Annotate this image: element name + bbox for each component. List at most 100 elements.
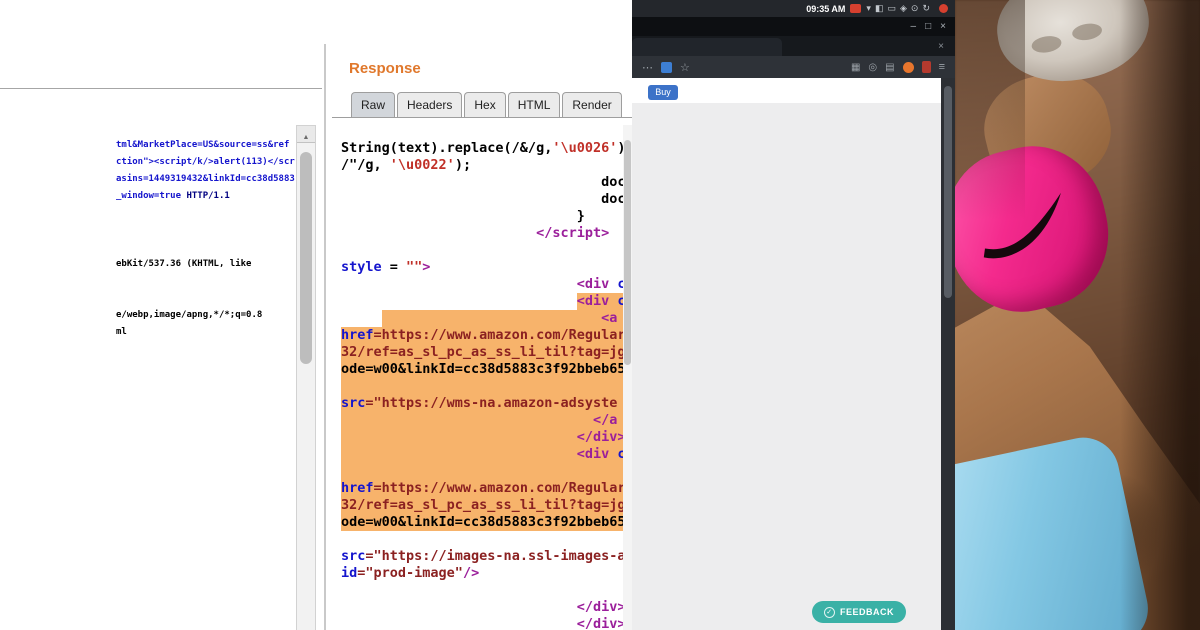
code-line: } [576, 208, 585, 224]
code-line: </div> [341, 429, 632, 446]
photo-knuckle [1071, 21, 1104, 43]
code-line: <div cl [341, 293, 634, 310]
code-line: ction"><script/k/>alert(113)</scr [116, 157, 295, 167]
clock: 09:35 AM [806, 3, 846, 14]
screenshot-icon[interactable]: ◎ [868, 62, 877, 73]
tennis-player-photo [955, 0, 1200, 630]
response-tabs: Raw Headers Hex HTML Render [351, 92, 624, 118]
code-line: _window=true HTTP/1.1 [116, 191, 230, 201]
code-line: </a [341, 412, 632, 429]
arrow-up-icon: ▲ [302, 134, 310, 141]
page-content: Buy ✓ FEEDBACK [632, 78, 941, 630]
code-line: </div> [576, 616, 626, 630]
maximize-button[interactable]: □ [925, 17, 931, 36]
tray-icon[interactable]: ▾ [866, 0, 871, 17]
tray-icon[interactable]: ◈ [900, 0, 907, 17]
response-scrollbar[interactable] [623, 125, 632, 630]
code-line: <div cl [341, 446, 634, 463]
code-line: ml [116, 327, 127, 337]
tab-hex[interactable]: Hex [464, 92, 506, 118]
code-line: </div> [576, 599, 626, 615]
photo-knuckle [1030, 34, 1063, 55]
adblock-icon[interactable] [921, 61, 931, 73]
window-title-bar: – □ × [632, 17, 955, 36]
record-icon[interactable] [939, 4, 948, 13]
code-line: 32/ref=as_sl_pc_as_ss_li_til?tag=jg [341, 344, 632, 361]
proxy-icon[interactable] [902, 61, 914, 73]
tray-icon[interactable]: ▭ [887, 0, 896, 17]
bookmark-star-icon[interactable]: ☆ [680, 61, 690, 74]
browser-window: 09:35 AM ▾◧▭◈⊙↻ – □ × × ⋯ ☆ ▦ ◎ ▤ ≡ [632, 0, 955, 630]
code-line: href=https://www.amazon.com/Regular [341, 327, 632, 344]
scroll-up-button[interactable]: ▲ [297, 126, 315, 143]
tray-icon[interactable]: ↻ [922, 0, 930, 17]
tray-icon[interactable]: ⊙ [911, 0, 919, 17]
feedback-check-icon: ✓ [823, 606, 835, 618]
menu-icon[interactable]: ≡ [939, 61, 945, 73]
code-line: </script> [536, 225, 610, 241]
tab-html[interactable]: HTML [507, 92, 561, 118]
code-line: doc [601, 191, 626, 207]
code-line: String(text).replace(/&/g,'\u0026') [341, 140, 626, 156]
code-line: id="prod-image"/> [341, 565, 480, 581]
code-line: asins=1449319432&linkId=cc38d5883 [116, 174, 295, 184]
code-line [341, 378, 632, 395]
code-line: ebKit/537.36 (KHTML, like [116, 259, 252, 269]
system-bar: 09:35 AM ▾ ◧ ▭ ◈ ⊙ ↻ [632, 0, 955, 17]
notification-badge-icon[interactable] [850, 4, 862, 13]
scrollbar-thumb[interactable] [300, 152, 312, 364]
tab-raw[interactable]: Raw [351, 92, 396, 118]
feedback-button[interactable]: ✓ FEEDBACK [811, 601, 906, 623]
tray-icon[interactable]: ◧ [875, 0, 884, 17]
code-line [341, 463, 632, 480]
feedback-label: FEEDBACK [839, 607, 894, 617]
panel-title: Response [349, 60, 421, 77]
browser-tab-bar: × [632, 36, 955, 56]
tab-close-icon[interactable]: × [938, 41, 944, 52]
buy-button[interactable]: Buy [648, 85, 678, 100]
code-line: src="https://images-na.ssl-images-a [341, 548, 626, 564]
browser-scrollbar[interactable] [941, 78, 955, 630]
pane-splitter[interactable] [324, 44, 326, 630]
tab-render[interactable]: Render [562, 92, 622, 118]
devtools-icon[interactable]: ▦ [851, 62, 860, 73]
tab-headers[interactable]: Headers [397, 92, 463, 118]
photo-shadow [1120, 0, 1200, 630]
code-line: 32/ref=as_sl_pc_as_ss_li_til?tag=jg [341, 497, 632, 514]
code-line: src="https://wms-na.amazon-adsyste [341, 395, 632, 412]
extension-icon[interactable] [661, 61, 672, 73]
request-scrollbar[interactable]: ▲ [296, 125, 316, 630]
scrollbar-thumb[interactable] [944, 86, 952, 298]
code-line: <div cl [576, 276, 634, 292]
tabs-divider [332, 117, 632, 118]
screenshot-root: tml&MarketPlace=US&source=ss&ref ction"><… [0, 0, 1200, 630]
close-button[interactable]: × [940, 17, 946, 36]
request-editor[interactable]: tml&MarketPlace=US&source=ss&ref ction"><… [116, 137, 295, 341]
response-panel: Response Raw Headers Hex HTML Render String(… [332, 0, 634, 630]
browser-toolbar: ⋯ ☆ ▦ ◎ ▤ ≡ [632, 56, 955, 78]
browser-tab[interactable] [632, 38, 782, 56]
code-line: ode=w00&linkId=cc38d5883c3f92bbeb65 [341, 514, 632, 531]
scrollbar-thumb[interactable] [624, 140, 631, 365]
code-line: e/webp,image/apng,*/*;q=0.8 [116, 310, 263, 320]
code-line: /"/g, '\u0022'); [341, 157, 472, 173]
code-line: <a [341, 310, 632, 327]
minimize-button[interactable]: – [911, 17, 917, 36]
container-icon[interactable]: ▤ [885, 62, 894, 73]
request-panel: tml&MarketPlace=US&source=ss&ref ction"><… [0, 0, 322, 630]
system-tray: ▾ ◧ ▭ ◈ ⊙ ↻ [866, 0, 930, 17]
code-line: ode=w00&linkId=cc38d5883c3f92bbeb65 [341, 361, 632, 378]
more-icon[interactable]: ⋯ [642, 61, 653, 74]
response-viewer[interactable]: String(text).replace(/&/g,'\u0026')/"/g,… [341, 140, 634, 630]
code-line: tml&MarketPlace=US&source=ss&ref [116, 140, 290, 150]
code-line: style = ""> [341, 259, 431, 275]
panel-top-divider [0, 88, 322, 89]
